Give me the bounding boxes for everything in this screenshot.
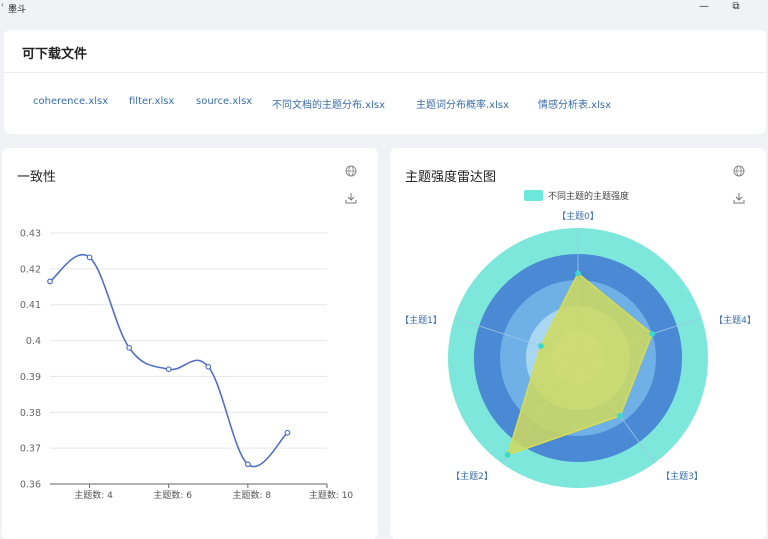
app-menu-icon[interactable]: ‹ xyxy=(1,1,4,9)
y-tick-label: 0.38 xyxy=(20,408,41,419)
coherence-series-line xyxy=(49,254,288,468)
radar-indicator-label: 【主题1】 xyxy=(400,314,442,326)
data-point xyxy=(165,366,172,373)
radar-point xyxy=(504,451,511,458)
radar-indicator-label: 【主题4】 xyxy=(714,314,756,326)
file-link-sentiment-table[interactable]: 情感分析表.xlsx xyxy=(538,96,611,111)
data-point xyxy=(284,429,291,436)
radar-point xyxy=(617,412,623,419)
data-point xyxy=(47,278,53,285)
restore-button[interactable]: ⧉ xyxy=(729,1,743,13)
coherence-line-chart: 0.36 0.37 0.38 0.39 0.4 0.41 0.42 0.43 主题数: 4 主题数… xyxy=(20,229,354,502)
file-link-topic-word-probability[interactable]: 主题词分布概率.xlsx xyxy=(416,96,509,111)
x-tick-label: 主题数: 8 xyxy=(233,489,272,501)
x-tick-label: 主题数: 4 xyxy=(74,489,113,501)
radar-card: 主题强度雷达图 不同主题的主题强度 【主题0】 【主题4】 【主题3】 【主题2】 【主题… xyxy=(390,148,766,539)
radar-indicator-label: 【主题3】 xyxy=(661,470,703,482)
file-link-filter[interactable]: filter.xlsx xyxy=(129,96,174,107)
data-point xyxy=(244,461,251,468)
y-tick-label: 0.43 xyxy=(20,229,41,240)
topic-radar-chart: 不同主题的主题强度【主题0】【主题4】【主题3】 【主题2】 【主题1】 xyxy=(400,190,756,488)
y-tick-label: 0.41 xyxy=(20,300,41,311)
file-link-topic-distribution[interactable]: 不同文档的主题分布.xlsx xyxy=(272,96,385,111)
title-bar: ‹ 墨斗 — ⧉ xyxy=(0,0,768,16)
downloads-title: 可下载文件 xyxy=(22,47,88,62)
radar-point xyxy=(575,270,581,277)
file-link-source[interactable]: source.xlsx xyxy=(196,96,252,107)
y-tick-label: 0.42 xyxy=(20,264,41,275)
legend-label: 不同主题的主题强度 xyxy=(548,190,629,202)
x-tick-label: 主题数: 10 xyxy=(309,489,354,501)
divider xyxy=(4,72,766,73)
app-title: 墨斗 xyxy=(8,5,27,15)
radar-point xyxy=(649,330,656,337)
radar-point xyxy=(538,343,544,349)
minimize-button[interactable]: — xyxy=(697,1,711,13)
y-tick-label: 0.36 xyxy=(20,480,41,491)
radar-indicator-label: 【主题2】 xyxy=(451,470,493,482)
file-link-coherence[interactable]: coherence.xlsx xyxy=(33,96,108,107)
coherence-card: 一致性 0.36 0.37 0.38 0.39 0.4 0.41 0.42 0.43 主题数: … xyxy=(2,148,378,539)
y-tick-label: 0.4 xyxy=(26,336,41,347)
legend-swatch xyxy=(524,190,543,201)
downloads-card: 可下载文件 coherence.xlsx filter.xlsx source.… xyxy=(4,30,766,134)
y-tick-label: 0.37 xyxy=(20,444,41,455)
x-tick-label: 主题数: 6 xyxy=(153,489,192,501)
data-point xyxy=(205,363,212,370)
data-point xyxy=(86,254,93,261)
y-tick-label: 0.39 xyxy=(20,372,41,383)
radar-indicator-label: 【主题0】 xyxy=(557,210,599,222)
data-point xyxy=(126,344,133,351)
